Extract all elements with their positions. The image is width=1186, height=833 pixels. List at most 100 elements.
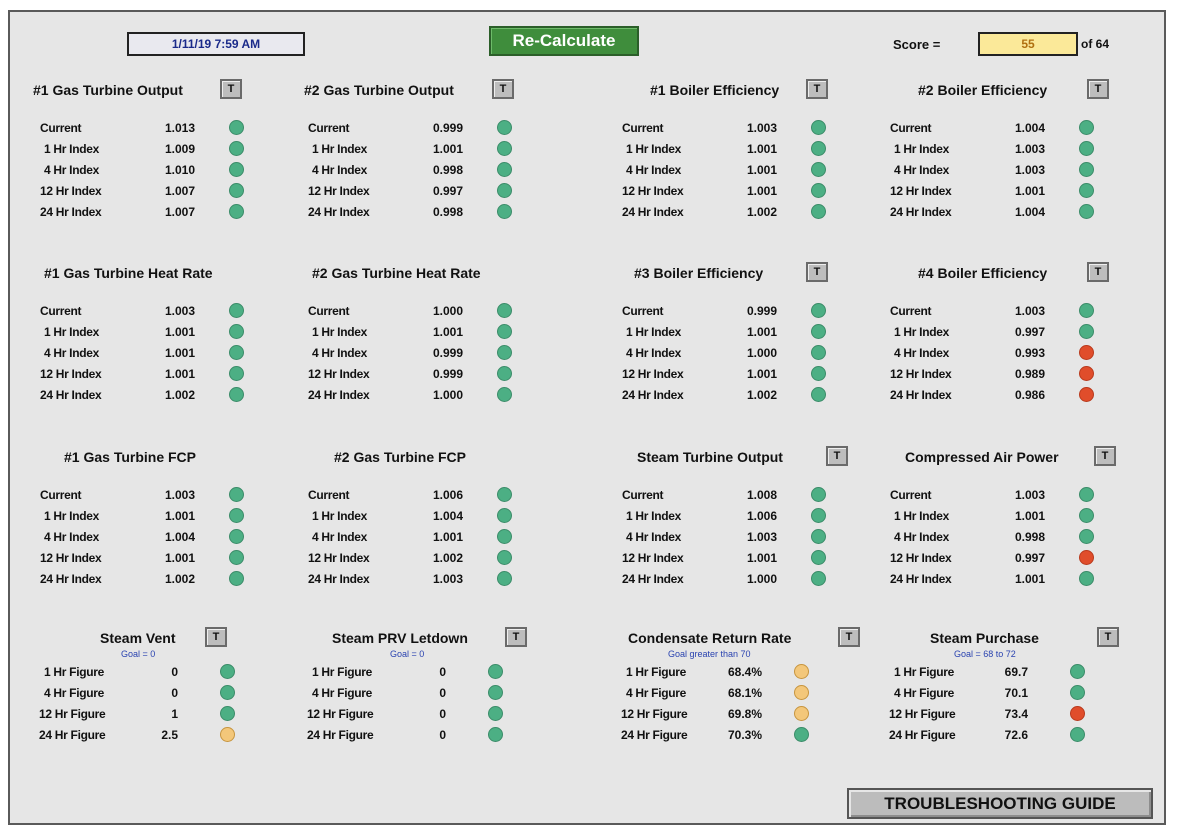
status-green-indicator-icon <box>811 550 826 565</box>
row-value: 0.999 <box>432 121 463 135</box>
trend-button[interactable]: T <box>1097 627 1119 647</box>
row-value: 1.000 <box>746 346 777 360</box>
row-label: 24 Hr Index <box>890 388 952 402</box>
row-label: 1 Hr Index <box>626 509 682 523</box>
metric-row: 12 Hr Index 1.001 <box>612 364 872 385</box>
row-label: 12 Hr Index <box>890 367 952 381</box>
row-label: 1 Hr Index <box>44 142 100 156</box>
trend-button[interactable]: T <box>205 627 227 647</box>
trend-button[interactable]: T <box>492 79 514 99</box>
metric-row: 1 Hr Index 1.001 <box>30 322 290 343</box>
metric-row: 12 Hr Index 0.999 <box>298 364 558 385</box>
status-green-indicator-icon <box>220 685 235 700</box>
row-value: 1.001 <box>432 325 463 339</box>
status-green-indicator-icon <box>794 727 809 742</box>
metric-row: 24 Hr Index 0.998 <box>298 202 558 223</box>
panel-title: #3 Boiler Efficiency <box>634 265 764 281</box>
row-value: 70.1 <box>1004 686 1028 700</box>
recalculate-button[interactable]: Re-Calculate <box>489 26 639 56</box>
metric-row: 12 Hr Figure 1 <box>30 704 290 725</box>
metric-row: 24 Hr Index 1.002 <box>30 569 290 590</box>
troubleshooting-guide-button[interactable]: TROUBLESHOOTING GUIDE <box>847 788 1153 819</box>
status-yellow-indicator-icon <box>794 685 809 700</box>
row-label: 12 Hr Index <box>622 551 684 565</box>
row-value: 1.003 <box>746 121 777 135</box>
status-green-indicator-icon <box>1079 571 1094 586</box>
metric-row: 4 Hr Figure 68.1% <box>612 683 872 704</box>
score-total: of 64 <box>1081 37 1110 51</box>
row-label: 12 Hr Index <box>890 184 952 198</box>
row-label: 24 Hr Index <box>308 205 370 219</box>
row-label: 24 Hr Index <box>308 388 370 402</box>
row-value: 0.999 <box>432 346 463 360</box>
row-value: 1 <box>171 707 178 721</box>
panel-title: #1 Gas Turbine Heat Rate <box>44 265 213 281</box>
goal-text: Goal = 0 <box>390 649 425 659</box>
row-label: 24 Hr Index <box>40 572 102 586</box>
row-value: 1.001 <box>164 346 195 360</box>
row-value: 0 <box>439 707 446 721</box>
metric-row: 1 Hr Figure 68.4% <box>612 662 872 683</box>
metric-row: Current 1.003 <box>612 118 872 139</box>
row-label: 12 Hr Figure <box>621 707 688 721</box>
metric-row: 4 Hr Index 1.003 <box>612 527 872 548</box>
row-label: 1 Hr Index <box>312 142 368 156</box>
metric-row: 12 Hr Figure 0 <box>298 704 558 725</box>
row-value: 0.998 <box>1014 530 1045 544</box>
status-green-indicator-icon <box>811 387 826 402</box>
row-label: 4 Hr Index <box>44 163 100 177</box>
row-value: 69.7 <box>1004 665 1028 679</box>
status-green-indicator-icon <box>497 141 512 156</box>
row-value: 0 <box>439 686 446 700</box>
status-green-indicator-icon <box>488 706 503 721</box>
metric-row: 24 Hr Index 1.002 <box>612 202 872 223</box>
row-value: 1.002 <box>164 388 195 402</box>
metric-row: 12 Hr Index 1.001 <box>880 181 1140 202</box>
trend-button[interactable]: T <box>806 79 828 99</box>
row-label: 4 Hr Index <box>312 163 368 177</box>
metric-panel: Steam Turbine Output T Current 1.008 1 Hr In… <box>612 445 892 615</box>
metric-row: 24 Hr Index 1.001 <box>880 569 1140 590</box>
trend-button[interactable]: T <box>838 627 860 647</box>
metric-panel: #2 Gas Turbine FCP Current 1.006 1 Hr Index… <box>298 445 578 615</box>
metric-row: Current 1.003 <box>880 485 1140 506</box>
row-value: 1.003 <box>746 530 777 544</box>
trend-button[interactable]: T <box>1094 446 1116 466</box>
trend-button[interactable]: T <box>826 446 848 466</box>
trend-button[interactable]: T <box>806 262 828 282</box>
row-value: 1.000 <box>432 304 463 318</box>
row-label: 4 Hr Index <box>894 163 950 177</box>
row-value: 1.001 <box>746 142 777 156</box>
row-value: 1.003 <box>164 304 195 318</box>
row-value: 1.000 <box>432 388 463 402</box>
status-green-indicator-icon <box>811 508 826 523</box>
panel-title: #2 Boiler Efficiency <box>918 82 1048 98</box>
trend-button[interactable]: T <box>1087 79 1109 99</box>
metric-row: 24 Hr Index 1.000 <box>298 385 558 406</box>
panel-title: Steam Vent <box>100 630 176 646</box>
row-label: Current <box>308 304 350 318</box>
metric-panel: Steam PRV Letdown T Goal = 01 Hr Figure 0 4 … <box>298 626 578 796</box>
metric-panel: #2 Gas Turbine Output T Current 0.999 1 Hr I… <box>298 78 578 248</box>
trend-button[interactable]: T <box>1087 262 1109 282</box>
row-label: 24 Hr Index <box>890 205 952 219</box>
row-value: 1.001 <box>432 142 463 156</box>
row-value: 1.001 <box>1014 184 1045 198</box>
metric-row: 4 Hr Index 1.001 <box>30 343 290 364</box>
trend-button[interactable]: T <box>220 79 242 99</box>
row-label: 24 Hr Index <box>308 572 370 586</box>
row-value: 1.001 <box>746 325 777 339</box>
row-label: 12 Hr Figure <box>39 707 106 721</box>
row-value: 1.001 <box>1014 509 1045 523</box>
metric-row: 1 Hr Index 1.001 <box>30 506 290 527</box>
metric-row: 4 Hr Index 1.010 <box>30 160 290 181</box>
metric-row: 12 Hr Index 1.001 <box>612 181 872 202</box>
status-green-indicator-icon <box>1070 727 1085 742</box>
trend-button[interactable]: T <box>505 627 527 647</box>
metric-row: 4 Hr Index 0.993 <box>880 343 1140 364</box>
row-value: 1.009 <box>164 142 195 156</box>
goal-text: Goal = 68 to 72 <box>954 649 1016 659</box>
status-green-indicator-icon <box>1079 120 1094 135</box>
metric-row: 24 Hr Index 1.002 <box>30 385 290 406</box>
status-green-indicator-icon <box>1070 664 1085 679</box>
